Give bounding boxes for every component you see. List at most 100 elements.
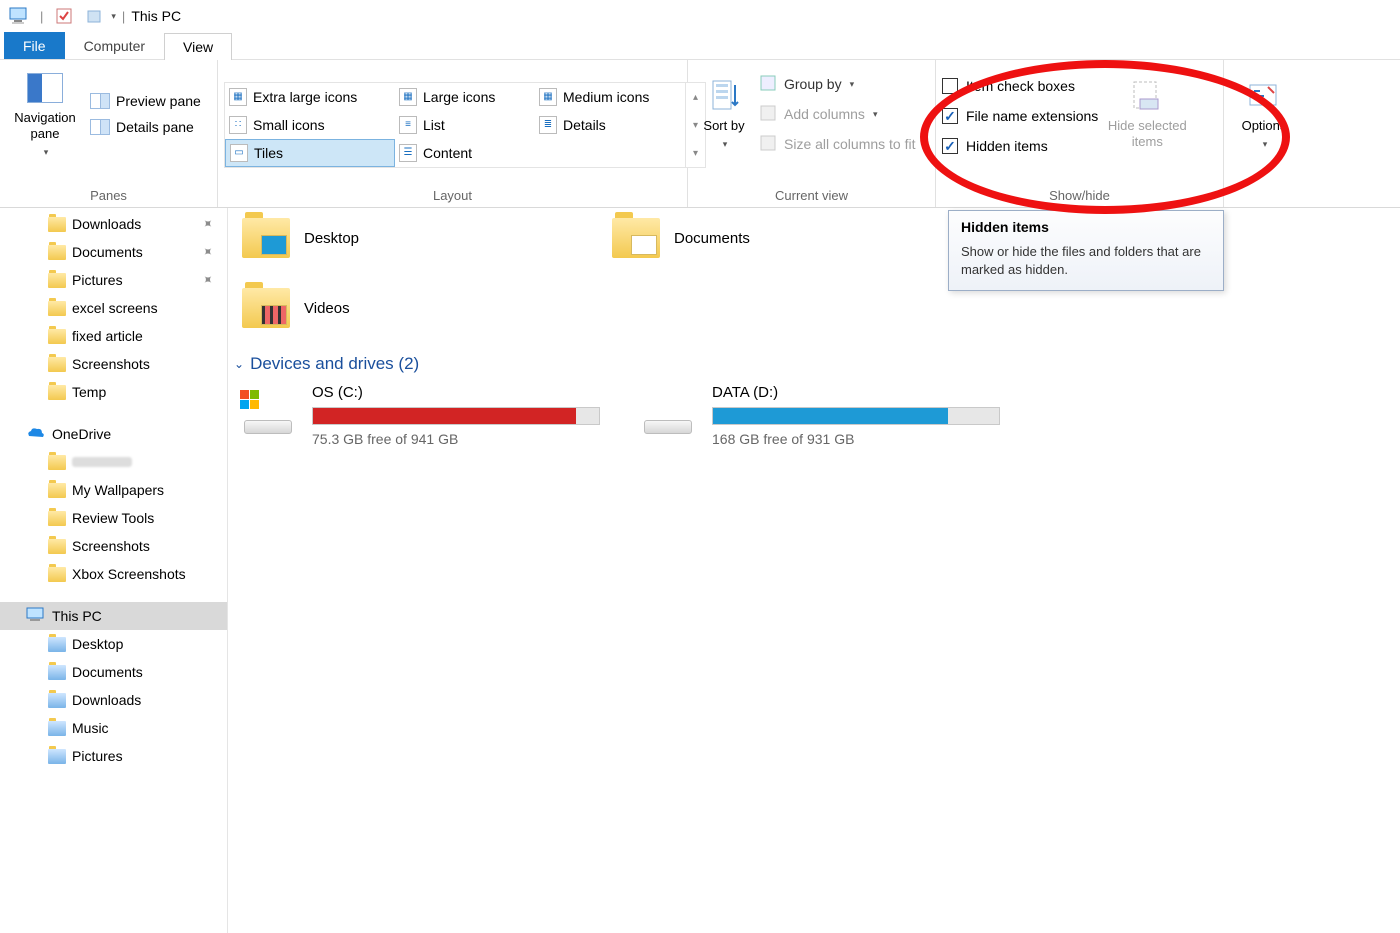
newfolder-quick-icon[interactable] — [83, 5, 105, 27]
documents-folder-icon — [610, 212, 662, 264]
options-label: Options — [1242, 118, 1287, 134]
folder-icon — [48, 301, 66, 316]
navigation-pane-label: Navigation pane — [6, 110, 84, 143]
folder-icon — [48, 749, 66, 764]
nav-item[interactable]: Documents — [0, 658, 227, 686]
group-showhide: Item check boxes File name extensions Hi… — [936, 60, 1224, 207]
layout-opt-md[interactable]: ▦Medium icons — [535, 83, 685, 111]
title-bar: | ▾ | This PC — [0, 0, 1400, 32]
preview-pane-button[interactable]: Preview pane — [90, 93, 201, 109]
nav-item[interactable]: Downloads✦ — [0, 210, 227, 238]
group-layout-label: Layout — [224, 186, 681, 205]
preview-pane-label: Preview pane — [116, 93, 201, 109]
nav-item[interactable]: Pictures — [0, 742, 227, 770]
group-panes: Navigation pane▾ Preview pane Details pa… — [0, 60, 218, 207]
hiddenitems-checkbox[interactable]: Hidden items — [942, 138, 1098, 154]
nav-thispc[interactable]: This PC — [0, 602, 227, 630]
folder-icon — [48, 455, 66, 470]
drive-usage-bar — [712, 407, 1000, 425]
nav-item[interactable]: My Wallpapers — [0, 476, 227, 504]
group-showhide-label: Show/hide — [942, 186, 1217, 205]
addcolumns-button: Add columns▾ — [760, 105, 916, 123]
properties-quick-icon[interactable] — [53, 5, 75, 27]
folder-icon — [48, 357, 66, 372]
thispc-icon — [8, 5, 30, 27]
drive-icon — [640, 390, 698, 434]
details-pane-button[interactable]: Details pane — [90, 119, 201, 135]
folder-icon — [48, 273, 66, 288]
pin-icon: ✦ — [198, 270, 217, 289]
nav-item[interactable]: Pictures✦ — [0, 266, 227, 294]
nav-item[interactable]: Screenshots — [0, 532, 227, 560]
tab-view[interactable]: View — [164, 33, 232, 60]
folder-icon — [48, 329, 66, 344]
layout-opt-tiles[interactable]: ▭Tiles — [225, 139, 395, 167]
details-pane-icon — [90, 119, 110, 135]
sizeall-icon — [760, 135, 778, 153]
drive-tile[interactable]: DATA (D:)168 GB free of 931 GB — [640, 384, 1000, 447]
ribbon: Navigation pane▾ Preview pane Details pa… — [0, 60, 1400, 208]
videos-folder-icon — [240, 282, 292, 334]
nav-item[interactable]: excel screens — [0, 294, 227, 322]
sortby-button[interactable]: Sort by▾ — [694, 64, 754, 164]
navigation-pane-button[interactable]: Navigation pane▾ — [6, 64, 84, 164]
desktop-folder-icon — [240, 212, 292, 264]
tab-file[interactable]: File — [4, 32, 65, 59]
tile-desktop[interactable]: Desktop — [240, 212, 570, 264]
fileextensions-checkbox[interactable]: File name extensions — [942, 108, 1098, 124]
nav-item[interactable]: Xbox Screenshots — [0, 560, 227, 588]
devices-group-header[interactable]: ⌄ Devices and drives (2) — [234, 354, 1388, 374]
nav-item[interactable]: Downloads — [0, 686, 227, 714]
nav-item[interactable]: Review Tools — [0, 504, 227, 532]
nav-item[interactable]: Temp — [0, 378, 227, 406]
layout-opt-content[interactable]: ☰Content — [395, 139, 535, 167]
folder-icon — [48, 245, 66, 260]
drive-free-text: 168 GB free of 931 GB — [712, 431, 1000, 447]
nav-item[interactable]: fixed article — [0, 322, 227, 350]
sortby-label: Sort by — [703, 118, 744, 134]
drive-free-text: 75.3 GB free of 941 GB — [312, 431, 600, 447]
options-button[interactable]: Options ▾ — [1230, 64, 1298, 164]
layout-opt-xl[interactable]: ▦Extra large icons — [225, 83, 395, 111]
layout-opt-sm[interactable]: ∷Small icons — [225, 111, 395, 139]
itemcheckboxes-checkbox[interactable]: Item check boxes — [942, 78, 1098, 94]
nav-item[interactable]: Documents✦ — [0, 238, 227, 266]
drive-tile[interactable]: OS (C:) 75.3 GB free of 941 GB — [240, 384, 600, 447]
ribbon-tabs: File Computer View — [0, 32, 1400, 60]
tile-videos[interactable]: Videos — [240, 282, 570, 334]
tab-computer[interactable]: Computer — [65, 32, 164, 59]
details-pane-label: Details pane — [116, 119, 194, 135]
nav-item[interactable]: Desktop — [0, 630, 227, 658]
nav-tree[interactable]: Downloads✦Documents✦Pictures✦excel scree… — [0, 208, 228, 933]
drives-row: OS (C:) 75.3 GB free of 941 GB DATA (D:)16… — [240, 384, 1388, 447]
explorer-body: Downloads✦Documents✦Pictures✦excel scree… — [0, 208, 1400, 933]
tooltip-hiddenitems: Hidden items Show or hide the files and … — [948, 210, 1224, 291]
pin-icon: ✦ — [198, 214, 217, 233]
nav-item[interactable]: Screenshots — [0, 350, 227, 378]
nav-item[interactable] — [0, 448, 227, 476]
groupby-button[interactable]: Group by▾ — [760, 75, 916, 93]
nav-onedrive[interactable]: OneDrive — [0, 420, 227, 448]
group-currentview-label: Current view — [694, 186, 929, 205]
sortby-icon — [706, 78, 742, 114]
folder-icon — [48, 217, 66, 232]
tile-documents[interactable]: Documents — [610, 212, 940, 264]
drive-name: OS (C:) — [312, 384, 600, 401]
content-pane[interactable]: Desktop Documents Pictures Videos ⌄ Devi… — [228, 208, 1400, 933]
thispc-icon — [26, 607, 46, 626]
layout-opt-list[interactable]: ≡List — [395, 111, 535, 139]
folder-icon — [48, 721, 66, 736]
folder-icon — [48, 511, 66, 526]
group-options: Options ▾ — [1224, 60, 1304, 207]
layout-opt-lg[interactable]: ▦Large icons — [395, 83, 535, 111]
layout-gallery[interactable]: ▦Extra large icons ▦Large icons ▦Medium … — [224, 82, 706, 168]
qat-dropdown[interactable]: ▾ — [111, 11, 116, 22]
addcolumns-icon — [760, 105, 778, 123]
nav-item[interactable]: Music — [0, 714, 227, 742]
drive-usage-bar — [312, 407, 600, 425]
sizeall-button: Size all columns to fit — [760, 135, 916, 153]
group-layout: ▦Extra large icons ▦Large icons ▦Medium … — [218, 60, 688, 207]
window-title: This PC — [131, 8, 181, 24]
folder-icon — [48, 483, 66, 498]
layout-opt-details[interactable]: ≣Details — [535, 111, 685, 139]
